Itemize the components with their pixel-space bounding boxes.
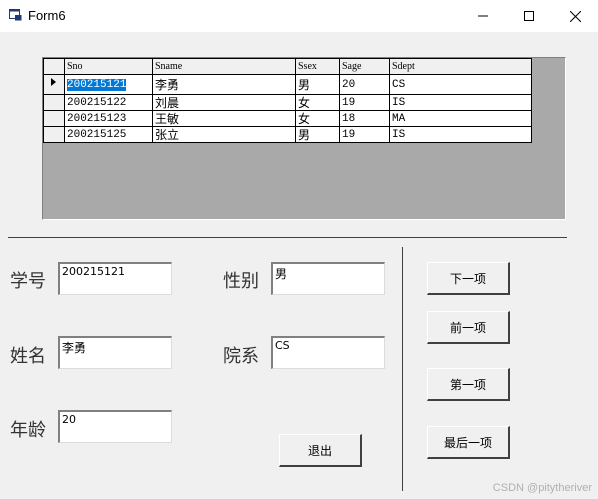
exit-button[interactable]: 退出	[279, 434, 362, 467]
column-header-ssex[interactable]: Ssex	[295, 58, 340, 75]
cell-sname[interactable]: 王敏	[152, 110, 296, 127]
row-header[interactable]	[43, 110, 65, 127]
cell-sage[interactable]: 20	[339, 74, 390, 95]
sno-label: 学号	[10, 271, 46, 292]
minimize-icon	[478, 15, 488, 17]
cell-sage[interactable]: 18	[339, 110, 390, 127]
watermark: CSDN @pitytheriver	[492, 482, 592, 494]
row-header[interactable]	[43, 94, 65, 111]
cell-sno[interactable]: 200215123	[64, 110, 153, 127]
cell-sage[interactable]: 19	[339, 126, 390, 143]
sname-label: 姓名	[10, 346, 46, 367]
ssex-label: 性别	[223, 271, 259, 292]
sage-field[interactable]: 20	[58, 410, 172, 443]
maximize-icon	[524, 11, 534, 21]
column-header-sage[interactable]: Sage	[339, 58, 390, 75]
table-row[interactable]: 200215121 李勇 男 20 CS	[43, 74, 532, 95]
next-button[interactable]: 下一项	[427, 262, 510, 295]
cell-sname[interactable]: 李勇	[152, 74, 296, 95]
cell-sno[interactable]: 200215125	[64, 126, 153, 143]
table-row[interactable]: 200215122 刘晨 女 19 IS	[43, 94, 532, 111]
table-row[interactable]: 200215123 王敏 女 18 MA	[43, 110, 532, 127]
cell-sdept[interactable]: CS	[389, 74, 532, 95]
cell-sname[interactable]: 张立	[152, 126, 296, 143]
grid-table: Sno Sname Ssex Sage Sdept 200215121 李勇 男…	[43, 58, 532, 143]
minimize-button[interactable]	[460, 0, 506, 32]
cell-sage[interactable]: 19	[339, 94, 390, 111]
sname-field[interactable]: 李勇	[58, 336, 172, 369]
cell-sdept[interactable]: IS	[389, 126, 532, 143]
vertical-divider	[402, 247, 403, 491]
last-button[interactable]: 最后一项	[427, 426, 510, 459]
row-header[interactable]	[43, 74, 65, 95]
cell-ssex[interactable]: 男	[295, 74, 340, 95]
selected-cell-text: 200215121	[67, 78, 127, 91]
column-header-sno[interactable]: Sno	[64, 58, 153, 75]
first-button[interactable]: 第一项	[427, 368, 510, 401]
maximize-button[interactable]	[506, 0, 552, 32]
cell-ssex[interactable]: 女	[295, 94, 340, 111]
current-row-pointer-icon	[51, 78, 56, 86]
close-button[interactable]	[552, 0, 598, 32]
window-title: Form6	[28, 8, 66, 23]
cell-sno[interactable]: 200215121	[64, 74, 153, 95]
close-icon	[569, 10, 581, 22]
prev-button[interactable]: 前一项	[427, 311, 510, 344]
cell-ssex[interactable]: 女	[295, 110, 340, 127]
sdept-field[interactable]: CS	[271, 336, 385, 369]
ssex-field[interactable]: 男	[271, 262, 385, 295]
cell-sdept[interactable]: MA	[389, 110, 532, 127]
table-row[interactable]: 200215125 张立 男 19 IS	[43, 126, 532, 143]
app-icon	[9, 9, 22, 21]
sdept-label: 院系	[223, 346, 259, 367]
title-bar: Form6	[0, 0, 598, 32]
row-header[interactable]	[43, 126, 65, 143]
cell-sdept[interactable]: IS	[389, 94, 532, 111]
grid-corner	[43, 58, 65, 75]
column-header-sname[interactable]: Sname	[152, 58, 296, 75]
sno-field[interactable]: 200215121	[58, 262, 172, 295]
data-grid[interactable]: Sno Sname Ssex Sage Sdept 200215121 李勇 男…	[42, 57, 566, 220]
grid-header-row: Sno Sname Ssex Sage Sdept	[43, 58, 532, 75]
column-header-sdept[interactable]: Sdept	[389, 58, 532, 75]
cell-ssex[interactable]: 男	[295, 126, 340, 143]
sage-label: 年龄	[10, 420, 46, 441]
cell-sname[interactable]: 刘晨	[152, 94, 296, 111]
cell-sno[interactable]: 200215122	[64, 94, 153, 111]
horizontal-divider	[8, 237, 567, 238]
